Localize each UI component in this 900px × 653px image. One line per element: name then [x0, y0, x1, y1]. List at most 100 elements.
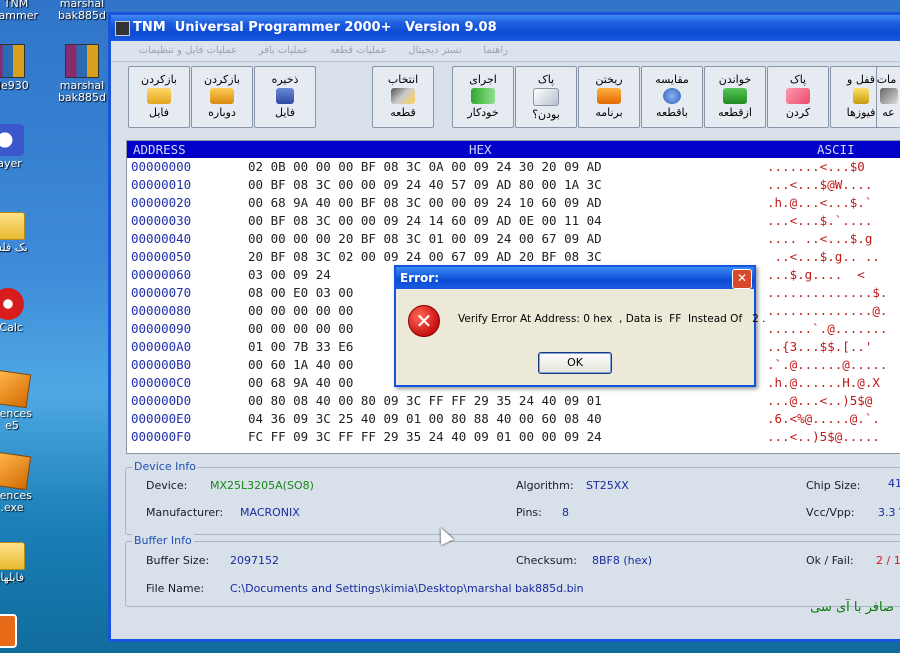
hex-row-ascii: ...<...$.`....: [767, 213, 873, 228]
hex-row[interactable]: 00000050 20 BF 08 3C 02 00 09 24 00 67 09…: [127, 248, 900, 266]
hex-row-address: 000000C0: [131, 375, 192, 390]
auto-run-icon: [471, 88, 495, 104]
reopen-button[interactable]: بازکردن دوباره: [191, 66, 253, 128]
hex-row-ascii: ..<...$.g.. ..: [767, 249, 880, 264]
hex-row-bytes: 02 0B 00 00 00 BF 08 3C 0A 00 09 24 30 2…: [248, 159, 602, 174]
select-chip-button[interactable]: انتخاب قطعه: [372, 66, 434, 128]
hex-row-bytes: 00 00 00 00 00: [248, 321, 354, 336]
auto-run-button[interactable]: اجرای خودکار: [452, 66, 514, 128]
menu-help[interactable]: راهنما: [483, 41, 508, 61]
open-file-button[interactable]: بازکردن فایل: [128, 66, 190, 128]
button-label-bottom: فایل: [148, 106, 169, 119]
hex-row-address: 00000060: [131, 267, 192, 282]
hex-row[interactable]: 00000000 02 0B 00 00 00 BF 08 3C 0A 00 09…: [127, 158, 900, 176]
window-titlebar[interactable]: TNM Universal Programmer 2000+ Version 9…: [111, 15, 900, 41]
vcc-value: 3.3 V: [878, 506, 900, 519]
button-label-bottom: قطعه: [390, 106, 416, 119]
button-label-bottom: فایل: [274, 106, 295, 119]
desktop-icon-label: بک فلش: [0, 241, 28, 254]
desktop-icon-tnm[interactable]: TNM rammer: [0, 0, 46, 22]
button-label-bottom: ازقطعه: [718, 106, 752, 119]
read-button[interactable]: خواندن ازقطعه: [704, 66, 766, 128]
hex-column-header: HEX: [469, 142, 492, 157]
menu-digital-tester[interactable]: تستر دیجیتال: [408, 41, 461, 61]
desktop-icon-folder-files[interactable]: فایلهای: [0, 536, 38, 584]
button-label-bottom: بودن؟: [532, 108, 560, 121]
menu-file-settings[interactable]: عملیات فایل و تنظیمات: [139, 41, 237, 61]
ok-button[interactable]: OK: [538, 352, 612, 374]
hex-row-ascii: .6.<%@.....@.`.: [767, 411, 880, 426]
manufacturer-label: Manufacturer:: [146, 506, 224, 519]
hex-row-ascii: .... ..<...$.g: [767, 231, 873, 246]
buffer-info-panel: Buffer Info Buffer Size: 2097152 Checksu…: [125, 534, 900, 607]
erase-button[interactable]: پاک کردن: [767, 66, 829, 128]
desktop-icon-marshal-rar[interactable]: marshal bak885d: [52, 44, 112, 104]
winrar-icon: [65, 44, 99, 78]
algorithm-value: ST25XX: [586, 479, 629, 492]
device-value: MX25L3205A(SO8): [210, 479, 314, 492]
hex-row-ascii: ...$.g.... <: [767, 267, 865, 282]
hex-row[interactable]: 00000040 00 00 00 00 20 BF 08 3C 01 00 09…: [127, 230, 900, 248]
hex-row-ascii: ..............$.: [767, 285, 888, 300]
button-label-top: مات: [876, 73, 897, 86]
desktop-icon-experiences-1[interactable]: riences e5: [0, 369, 42, 432]
desktop-icon-media-player[interactable]: layer: [0, 124, 38, 170]
hex-row[interactable]: 00000020 00 68 9A 40 00 BF 08 3C 00 00 09…: [127, 194, 900, 212]
algorithm-label: Algorithm:: [516, 479, 574, 492]
blank-check-button[interactable]: پاک بودن؟: [515, 66, 577, 128]
window-title: TNM Universal Programmer 2000+ Version 9…: [133, 20, 497, 35]
hex-header: ADDRESS HEX ASCII: [127, 141, 900, 158]
menu-buffer-operations[interactable]: عملیات بافر: [259, 41, 309, 61]
dialog-titlebar[interactable]: Error: ✕: [396, 267, 754, 289]
desktop-icon-label: layer: [0, 157, 22, 170]
select-chip-icon: [391, 88, 415, 104]
hex-row-address: 00000090: [131, 321, 192, 336]
menu-chip-operations[interactable]: عملیات قطعه: [330, 41, 387, 61]
button-label-top: انتخاب: [387, 73, 419, 86]
okfail-label: Ok / Fail:: [806, 554, 854, 567]
chip-size-value: 41: [888, 477, 900, 490]
chip-info-button[interactable]: مات عه: [876, 66, 900, 128]
status-text: صافر با آی سی: [810, 600, 894, 615]
desktop-icon-kcalc[interactable]: kCalc: [0, 288, 38, 334]
hex-row-address: 00000070: [131, 285, 192, 300]
hex-row[interactable]: 000000D0 00 80 08 40 00 80 09 3C FF FF 29…: [127, 392, 900, 410]
checksum-label: Checksum:: [516, 554, 577, 567]
hex-row-ascii: .h.@...<...$.`: [767, 195, 873, 210]
calc-icon: [0, 288, 24, 320]
hex-row-address: 000000B0: [131, 357, 192, 372]
erase-icon: [786, 88, 810, 104]
button-label-top: ذخیره: [271, 73, 299, 86]
checksum-value: 8BF8 (hex): [592, 554, 653, 567]
chip-size-label: Chip Size:: [806, 479, 861, 492]
verify-button[interactable]: مقایسه باقطعه: [641, 66, 703, 128]
app-icon: [115, 21, 130, 36]
button-label-top: بازکردن: [203, 73, 240, 86]
menu-bar: راهنما تستر دیجیتال عملیات قطعه عملیات ب…: [111, 41, 900, 62]
buffer-size-label: Buffer Size:: [146, 554, 210, 567]
desktop-icon-app-orange[interactable]: [0, 614, 30, 650]
folder-icon: [0, 542, 25, 570]
save-file-button[interactable]: ذخیره فایل: [254, 66, 316, 128]
desktop-icon-label: ade930: [0, 79, 29, 92]
hex-row-address: 000000F0: [131, 429, 192, 444]
toolbar: بازکردن فایل بازکردن دوباره ذخیره فایل ا…: [124, 66, 900, 130]
hex-row-address: 00000050: [131, 249, 192, 264]
desktop-icon-ade930[interactable]: ade930: [0, 44, 38, 92]
hex-row-bytes: 00 60 1A 40 00: [248, 357, 354, 372]
desktop-icon-marshal-file[interactable]: marshal bak885d: [52, 0, 112, 22]
program-button[interactable]: ریختن برنامه: [578, 66, 640, 128]
hex-row-bytes: 00 BF 08 3C 00 00 09 24 40 57 09 AD 80 0…: [248, 177, 602, 192]
pins-value: 8: [562, 506, 569, 519]
hex-row[interactable]: 00000030 00 BF 08 3C 00 00 09 24 14 60 09…: [127, 212, 900, 230]
hex-row[interactable]: 000000F0 FC FF 09 3C FF FF 29 35 24 40 09…: [127, 428, 900, 446]
hex-row[interactable]: 00000010 00 BF 08 3C 00 00 09 24 40 57 09…: [127, 176, 900, 194]
button-label-bottom: دوباره: [208, 106, 236, 119]
button-label-top: پاک: [537, 73, 555, 86]
desktop-icon-folder-flash[interactable]: بک فلش: [0, 206, 38, 254]
desktop-icon-label: riences .exe: [0, 489, 32, 514]
close-icon[interactable]: ✕: [732, 269, 752, 289]
hex-row-bytes: 20 BF 08 3C 02 00 09 24 00 67 09 AD 20 B…: [248, 249, 602, 264]
hex-row[interactable]: 000000E0 04 36 09 3C 25 40 09 01 00 80 88…: [127, 410, 900, 428]
desktop-icon-experiences-2[interactable]: riences .exe: [0, 451, 42, 514]
